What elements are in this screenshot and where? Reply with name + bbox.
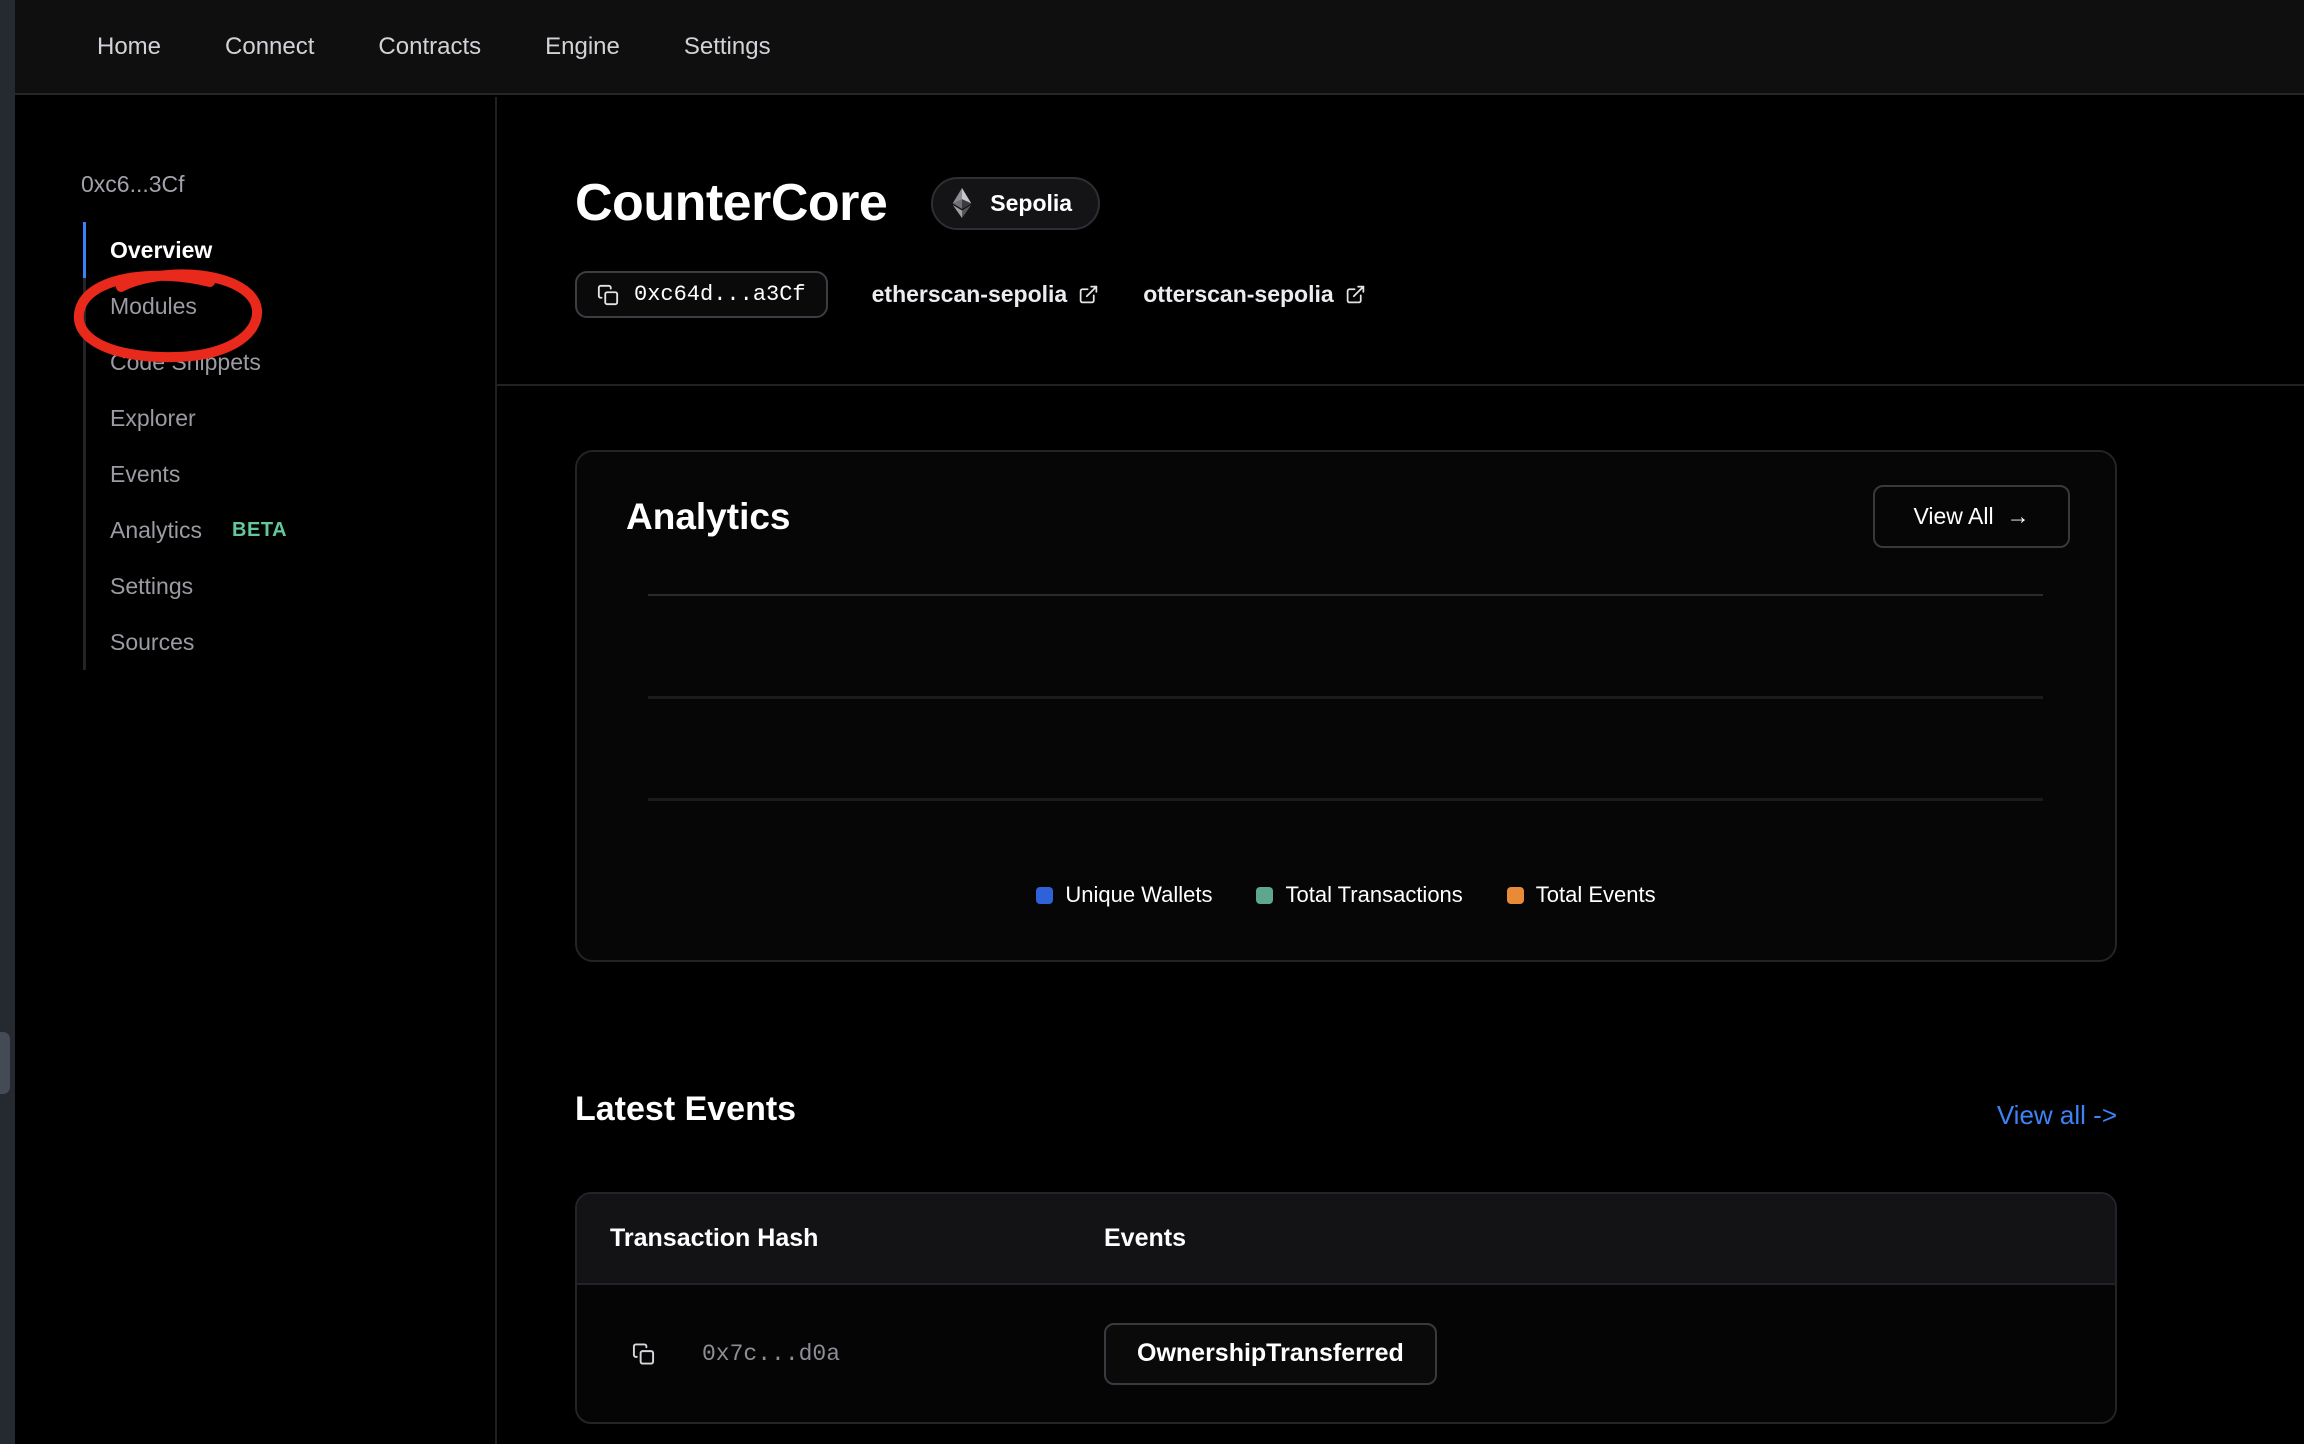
analytics-view-all-button[interactable]: View All →	[1873, 485, 2070, 548]
sidebar-contract-address: 0xc6...3Cf	[81, 171, 185, 198]
network-badge[interactable]: Sepolia	[931, 177, 1100, 230]
copy-tx-hash-button[interactable]	[632, 1342, 655, 1365]
sidebar-item-modules[interactable]: Modules	[15, 278, 495, 334]
legend-item-total-events: Total Events	[1507, 882, 1656, 908]
contract-address-copy-button[interactable]: 0xc64d...a3Cf	[575, 271, 828, 318]
analytics-chart	[648, 594, 2043, 804]
arrow-right-icon: →	[2007, 503, 2030, 530]
chart-gridline	[648, 696, 2043, 699]
header-divider	[497, 384, 2304, 386]
legend-item-total-transactions: Total Transactions	[1256, 882, 1462, 908]
page-title: CounterCore	[575, 173, 887, 233]
table-header: Transaction Hash Events	[577, 1194, 2115, 1285]
event-badge[interactable]: OwnershipTransferred	[1104, 1323, 1437, 1385]
nav-item-connect[interactable]: Connect	[225, 33, 314, 61]
analytics-title: Analytics	[626, 496, 791, 538]
legend-swatch-total-transactions	[1256, 887, 1273, 904]
link-etherscan-sepolia[interactable]: etherscan-sepolia	[872, 281, 1100, 308]
copy-icon	[597, 284, 619, 306]
external-link-icon	[1345, 284, 1366, 305]
sidebar-item-code-snippets[interactable]: Code Snippets	[15, 334, 495, 390]
chart-legend: Unique Wallets Total Transactions Total …	[577, 882, 2115, 908]
latest-events-table: Transaction Hash Events 0x7c...d0a Owner…	[575, 1192, 2117, 1424]
main-content: CounterCore Sepolia 0xc64d...a3Cf ethers…	[497, 97, 2304, 1444]
beta-badge: BETA	[232, 519, 287, 542]
legend-swatch-unique-wallets	[1036, 887, 1053, 904]
nav-item-contracts[interactable]: Contracts	[378, 33, 481, 61]
sidebar-item-settings[interactable]: Settings	[15, 558, 495, 614]
sidebar-item-sources[interactable]: Sources	[15, 614, 495, 670]
sidebar-item-analytics[interactable]: Analytics BETA	[15, 502, 495, 558]
transaction-hash: 0x7c...d0a	[702, 1341, 840, 1367]
latest-events-title: Latest Events	[575, 1090, 796, 1129]
sidebar-nav: Overview Modules Code Snippets Explorer …	[15, 222, 495, 670]
nav-item-home[interactable]: Home	[97, 33, 161, 61]
analytics-card: Analytics View All → Unique Wallets Tota…	[575, 450, 2117, 962]
network-badge-label: Sepolia	[990, 190, 1072, 217]
legend-swatch-total-events	[1507, 887, 1524, 904]
column-header-events: Events	[1104, 1194, 1186, 1283]
link-otterscan-sepolia[interactable]: otterscan-sepolia	[1143, 281, 1365, 308]
sidebar-item-events[interactable]: Events	[15, 446, 495, 502]
ethereum-icon	[947, 188, 977, 218]
column-header-transaction-hash: Transaction Hash	[610, 1194, 818, 1283]
external-link-icon	[1078, 284, 1099, 305]
contract-sidebar: 0xc6...3Cf Overview Modules Code Snippet…	[15, 97, 497, 1444]
top-nav: Home Connect Contracts Engine Settings	[15, 0, 2304, 95]
copy-icon	[632, 1342, 655, 1365]
nav-item-engine[interactable]: Engine	[545, 33, 620, 61]
nav-item-settings[interactable]: Settings	[684, 33, 771, 61]
contract-meta-row: 0xc64d...a3Cf etherscan-sepolia ottersca…	[575, 271, 1366, 318]
chart-gridline	[648, 798, 2043, 801]
sidebar-item-explorer[interactable]: Explorer	[15, 390, 495, 446]
drawer-drag-handle[interactable]	[0, 1032, 10, 1094]
sidebar-item-overview[interactable]: Overview	[15, 222, 495, 278]
latest-events-view-all-link[interactable]: View all ->	[1997, 1100, 2117, 1131]
table-row: 0x7c...d0a OwnershipTransferred	[577, 1285, 2115, 1422]
contract-address-short: 0xc64d...a3Cf	[634, 282, 806, 307]
page-header: CounterCore Sepolia	[575, 173, 1100, 233]
legend-item-unique-wallets: Unique Wallets	[1036, 882, 1212, 908]
chart-gridline	[648, 594, 2043, 596]
left-edge-strip	[0, 0, 15, 1444]
